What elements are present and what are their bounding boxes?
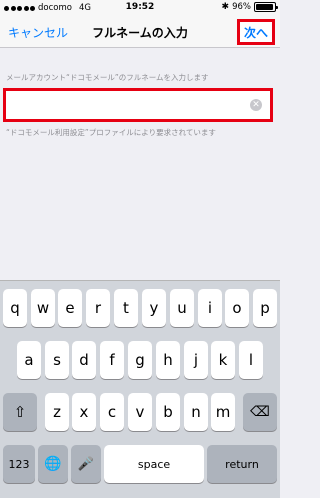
key-i[interactable]: i: [198, 289, 222, 327]
microphone-icon: 🎤: [77, 456, 95, 472]
key-e[interactable]: e: [58, 289, 82, 327]
keyboard: q w e r t y u i o p a s d f g h j k l ⇧ …: [0, 280, 280, 498]
battery-percent: 96%: [232, 2, 251, 12]
dictation-key[interactable]: 🎤: [71, 445, 101, 483]
backspace-icon: ⌫: [250, 404, 270, 420]
key-k[interactable]: k: [211, 341, 235, 379]
key-c[interactable]: c: [100, 393, 124, 431]
return-key[interactable]: return: [207, 445, 277, 483]
key-w[interactable]: w: [31, 289, 55, 327]
space-key[interactable]: space: [104, 445, 204, 483]
globe-icon: 🌐: [44, 456, 62, 472]
key-a[interactable]: a: [17, 341, 41, 379]
next-button[interactable]: 次へ: [237, 19, 275, 45]
navigation-bar: キャンセル フルネームの入力 次へ: [0, 16, 280, 48]
shift-key[interactable]: ⇧: [3, 393, 37, 431]
key-s[interactable]: s: [45, 341, 69, 379]
key-q[interactable]: q: [3, 289, 27, 327]
key-u[interactable]: u: [170, 289, 194, 327]
key-o[interactable]: o: [225, 289, 249, 327]
key-t[interactable]: t: [114, 289, 138, 327]
field-caption: メールアカウント“ドコモメール”のフルネームを入力します: [6, 73, 209, 82]
key-r[interactable]: r: [86, 289, 110, 327]
shift-icon: ⇧: [13, 403, 27, 421]
key-n[interactable]: n: [184, 393, 208, 431]
globe-key[interactable]: 🌐: [38, 445, 68, 483]
key-h[interactable]: h: [156, 341, 180, 379]
key-z[interactable]: z: [45, 393, 69, 431]
key-p[interactable]: p: [253, 289, 277, 327]
key-y[interactable]: y: [142, 289, 166, 327]
key-g[interactable]: g: [128, 341, 152, 379]
full-name-input[interactable]: [6, 91, 270, 119]
key-v[interactable]: v: [128, 393, 152, 431]
key-j[interactable]: j: [184, 341, 208, 379]
clear-text-icon[interactable]: ✕: [250, 99, 262, 111]
bluetooth-icon: ✱: [221, 2, 230, 12]
battery-icon: [254, 2, 278, 12]
profile-note: “ドコモメール利用設定”プロファイルにより要求されています: [6, 128, 216, 137]
delete-key[interactable]: ⌫: [243, 393, 277, 431]
key-d[interactable]: d: [72, 341, 96, 379]
status-right: ✱ 96%: [221, 2, 278, 12]
key-l[interactable]: l: [239, 341, 263, 379]
numbers-key[interactable]: 123: [3, 445, 35, 483]
key-b[interactable]: b: [156, 393, 180, 431]
key-f[interactable]: f: [100, 341, 124, 379]
full-name-field-container: ✕: [3, 88, 273, 122]
key-x[interactable]: x: [72, 393, 96, 431]
status-bar: docomo 4G 19:52 ✱ 96%: [0, 0, 280, 16]
key-m[interactable]: m: [211, 393, 235, 431]
